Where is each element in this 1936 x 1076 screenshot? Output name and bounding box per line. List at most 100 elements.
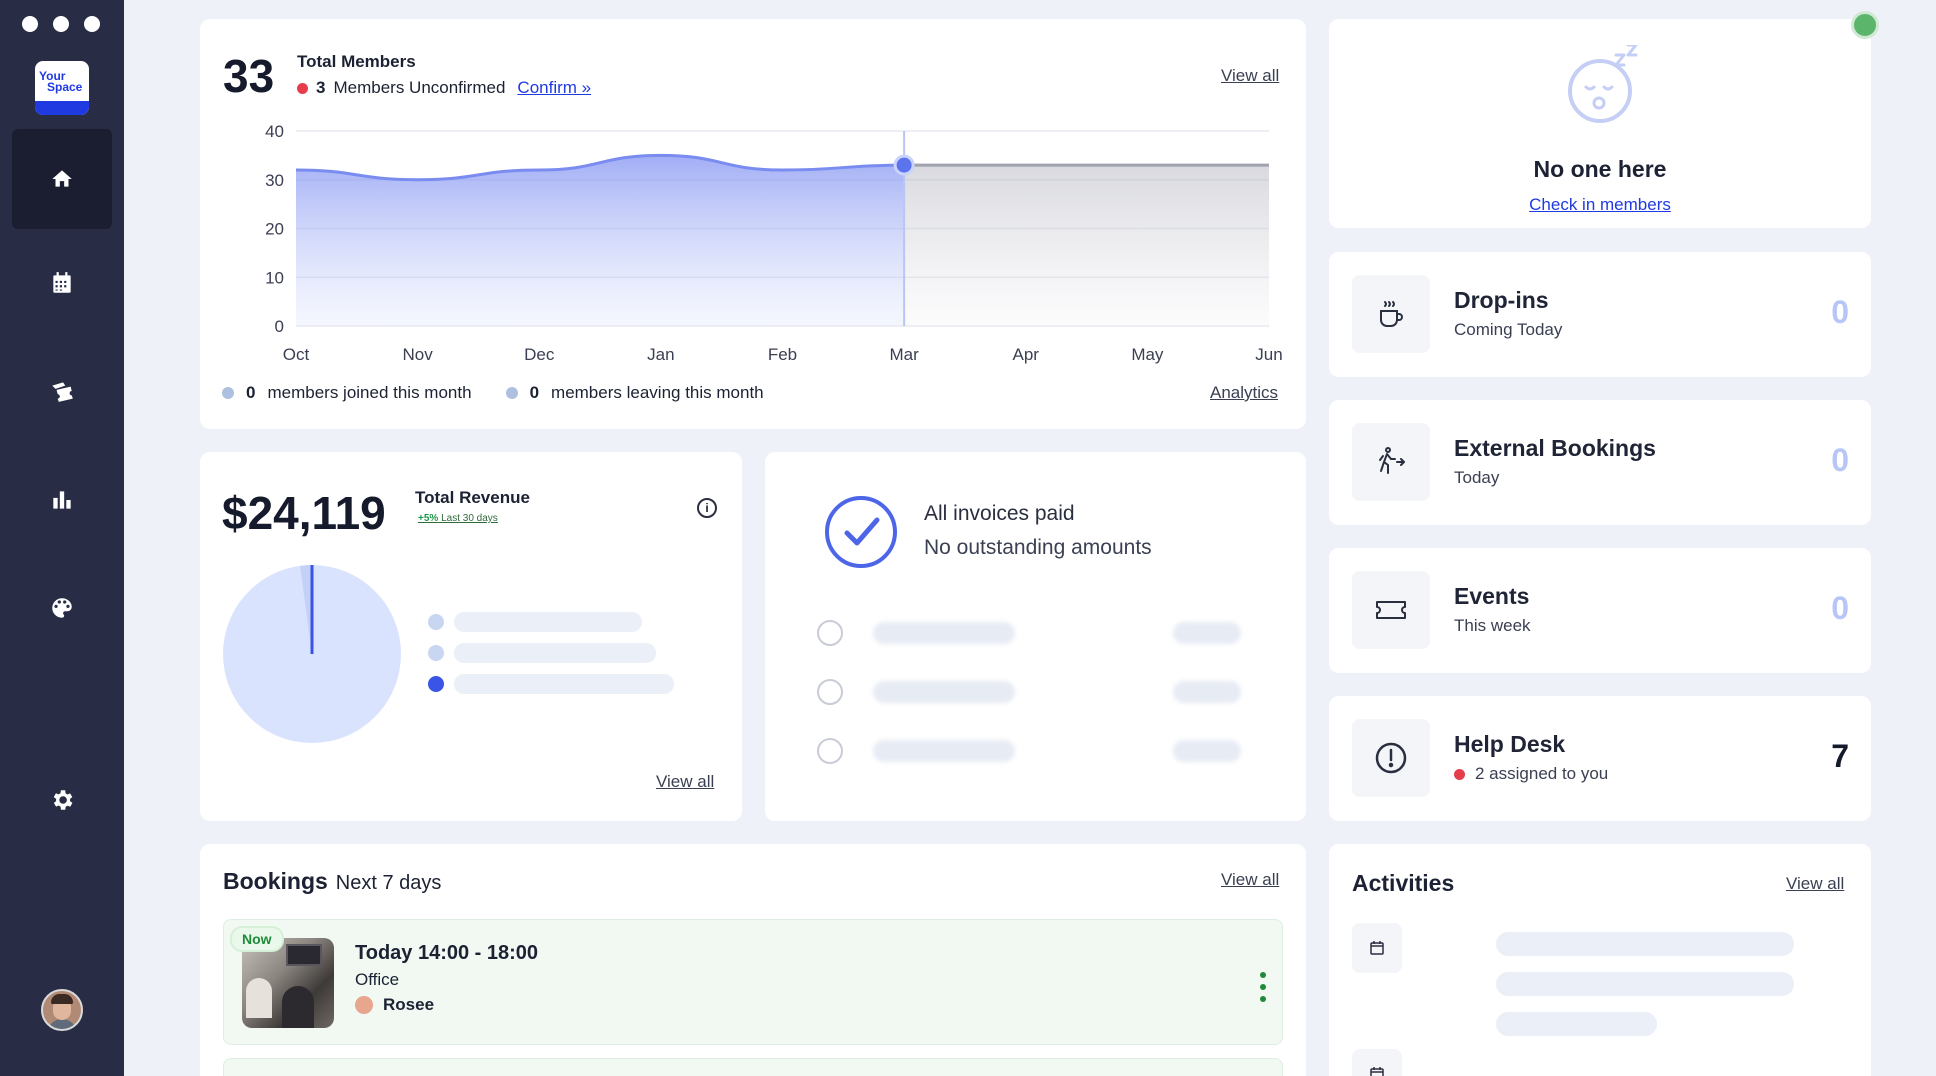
x-tick-label: Jan	[647, 345, 674, 364]
legend-skeleton-dot	[428, 676, 444, 692]
revenue-title: Total Revenue	[415, 488, 530, 507]
x-tick-label: Oct	[283, 345, 310, 364]
activities-card: Activities View all	[1329, 844, 1871, 1076]
check-icon	[817, 738, 843, 764]
info-icon[interactable]: i	[697, 498, 717, 518]
booking-person-name: Rosee	[383, 995, 435, 1014]
sidebar-item-tickets[interactable]	[12, 341, 112, 441]
drop-ins-card[interactable]: Drop-ins Coming Today 0	[1329, 252, 1871, 377]
stat-value: 0	[1831, 442, 1849, 478]
bookings-period: Next 7 days	[335, 872, 442, 894]
brand-logo[interactable]: Your Space	[35, 61, 89, 115]
leaving-count: 0	[529, 383, 540, 402]
revenue-amount: $24,119	[222, 487, 386, 539]
check-in-members-link[interactable]: Check in members	[1529, 195, 1671, 214]
coffee-cup-icon	[1380, 301, 1403, 327]
legend-skeleton-bar	[454, 643, 656, 663]
x-tick-label: Nov	[403, 345, 434, 364]
activity-icon-box	[1352, 1049, 1402, 1076]
booking-item[interactable]: Now Today 14:00 - 18:00 Office Rosee	[223, 919, 1283, 1045]
check-icon	[817, 679, 843, 705]
activity-icon-box	[1352, 923, 1402, 973]
events-card[interactable]: Events This week 0	[1329, 548, 1871, 673]
projected-area	[904, 165, 1269, 326]
window-dot-1[interactable]	[22, 16, 38, 32]
x-tick-label: Mar	[889, 345, 919, 364]
window-dot-2[interactable]	[53, 16, 69, 32]
revenue-change-period: Last 30 days	[441, 513, 498, 524]
stat-title: Help Desk	[1454, 731, 1566, 757]
current-value-point[interactable]	[893, 154, 915, 176]
presence-heading: No one here	[1533, 156, 1667, 182]
sidebar-item-analytics[interactable]	[12, 450, 112, 550]
members-legend: 0 members joined this month 0 members le…	[222, 383, 764, 403]
stat-value: 7	[1831, 738, 1849, 774]
revenue-change-value: +5%	[418, 513, 439, 524]
stat-subtitle: Coming Today	[1454, 320, 1563, 339]
y-tick-label: 40	[265, 122, 284, 141]
revenue-view-all-link[interactable]: View all	[656, 772, 714, 792]
presence-card: No one here Check in members	[1329, 19, 1871, 228]
revenue-change[interactable]: +5% Last 30 days	[418, 513, 498, 524]
bar-chart-icon	[53, 491, 71, 509]
x-tick-label: Feb	[768, 345, 797, 364]
window-dot-3[interactable]	[84, 16, 100, 32]
stat-subtitle-row: 2 assigned to you	[1454, 764, 1608, 784]
stat-value: 0	[1831, 294, 1849, 330]
members-chart: 0 10 20 30 40 Oct Nov Dec Jan Feb Mar Apr May Jun	[265, 122, 1283, 364]
alert-circle-icon	[1375, 742, 1407, 774]
booking-item[interactable]	[223, 1058, 1283, 1076]
stat-value: 0	[1831, 590, 1849, 626]
sidebar-item-calendar[interactable]	[12, 233, 112, 333]
x-tick-label: Apr	[1013, 345, 1040, 364]
x-tick-label: May	[1131, 345, 1164, 364]
sidebar-item-settings[interactable]	[12, 750, 112, 850]
invoices-subheading: No outstanding amounts	[924, 536, 1152, 559]
revenue-pie	[223, 565, 401, 743]
bookings-view-all-link[interactable]: View all	[1221, 870, 1279, 890]
alert-dot-icon	[1454, 768, 1465, 780]
joined-count: 0	[246, 383, 256, 402]
window-controls	[22, 16, 100, 32]
walking-person-icon	[1379, 447, 1405, 474]
joined-label: members joined this month	[267, 383, 472, 402]
activity-skeleton	[1496, 932, 1794, 956]
help-desk-card[interactable]: Help Desk 2 assigned to you 7	[1329, 696, 1871, 821]
invoices-heading: All invoices paid	[924, 502, 1075, 525]
more-options-icon[interactable]	[1260, 972, 1266, 1002]
legend-skeleton-bar	[454, 674, 674, 694]
bookings-card: Bookings Next 7 days View all Now Today 1…	[200, 844, 1306, 1076]
online-status-indicator	[1851, 11, 1879, 39]
members-card: 33 Total Members 3 Members Unconfirmed C…	[200, 19, 1306, 429]
sidebar: Your Space	[0, 0, 124, 1076]
stat-subtitle: This week	[1454, 616, 1531, 635]
logo-text-line2: Space	[47, 80, 83, 94]
activity-skeleton	[1496, 1012, 1657, 1036]
y-tick-label: 0	[275, 317, 284, 336]
y-tick-label: 20	[265, 220, 284, 239]
ticket-icon	[1376, 601, 1406, 619]
leaving-dot-icon	[505, 387, 518, 399]
bookings-title: Bookings Next 7 days	[223, 868, 441, 895]
members-area	[296, 155, 905, 326]
booking-place: Office	[355, 970, 400, 989]
sidebar-item-palette[interactable]	[12, 558, 112, 658]
analytics-link[interactable]: Analytics	[1210, 383, 1278, 403]
home-icon	[52, 170, 72, 187]
booking-person: Rosee	[355, 995, 434, 1015]
check-icon	[817, 620, 843, 646]
external-bookings-card[interactable]: External Bookings Today 0	[1329, 400, 1871, 525]
stat-subtitle: Today	[1454, 468, 1500, 487]
ticket-icon	[52, 382, 73, 402]
person-avatar	[355, 996, 373, 1014]
activity-skeleton	[1496, 972, 1794, 996]
stat-subtitle: 2 assigned to you	[1475, 764, 1609, 783]
activities-view-all-link[interactable]: View all	[1786, 874, 1844, 894]
now-badge: Now	[230, 926, 284, 952]
legend-skeleton-dot	[428, 645, 444, 661]
calendar-icon	[53, 272, 71, 293]
x-tick-label: Jun	[1255, 345, 1282, 364]
check-circle-icon	[825, 496, 897, 568]
sidebar-item-home[interactable]	[12, 129, 112, 229]
user-avatar[interactable]	[41, 989, 83, 1031]
